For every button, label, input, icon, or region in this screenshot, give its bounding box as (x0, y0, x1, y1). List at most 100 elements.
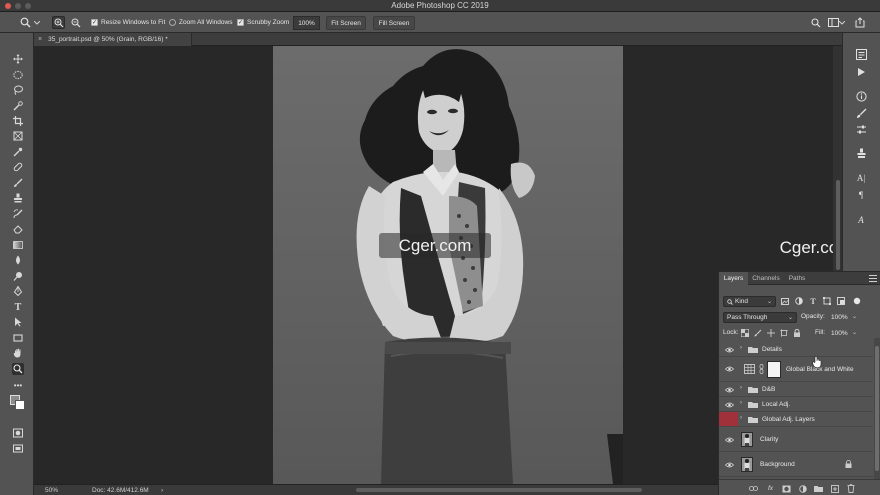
vertical-scrollbar-thumb[interactable] (836, 180, 840, 270)
crop-tool-icon[interactable] (12, 115, 24, 127)
layer-row[interactable]: Background (719, 452, 873, 477)
quick-mask-icon[interactable] (12, 427, 24, 439)
status-zoom[interactable]: 50% (45, 487, 58, 494)
fit-screen-button[interactable]: Fit Screen (326, 16, 366, 30)
more-tools-icon[interactable]: ••• (12, 379, 24, 391)
eye-icon[interactable] (724, 461, 734, 469)
eye-icon[interactable] (724, 436, 734, 444)
clone-source-icon[interactable] (854, 147, 868, 160)
lock-position-icon[interactable] (767, 329, 775, 337)
adjustments-icon[interactable] (854, 123, 868, 136)
chevron-right-icon[interactable]: › (740, 385, 742, 391)
horizontal-scrollbar-thumb[interactable] (356, 488, 642, 492)
scrubby-zoom-checkbox[interactable]: Scrubby Zoom (237, 16, 289, 29)
zoom-all-windows-checkbox[interactable]: Zoom All Windows (169, 16, 232, 29)
filter-pixel-icon[interactable] (781, 297, 789, 305)
visibility-off-cell[interactable] (719, 412, 738, 426)
paragraph-panel-icon[interactable]: ¶ (854, 188, 868, 201)
portrait-photo[interactable] (273, 46, 623, 484)
new-group-folder-icon[interactable] (814, 484, 823, 493)
layer-row[interactable]: › Local Adj. (719, 397, 873, 412)
clone-stamp-tool-icon[interactable] (12, 192, 24, 204)
rectangle-tool-icon[interactable] (12, 332, 24, 344)
brush-tool-icon[interactable] (12, 177, 24, 189)
add-mask-icon[interactable] (782, 484, 791, 493)
glyphs-panel-icon[interactable]: A (854, 213, 868, 226)
eyedropper-tool-icon[interactable] (12, 146, 24, 158)
filter-smart-object-icon[interactable] (837, 297, 845, 305)
type-tool-icon[interactable]: T (12, 301, 24, 313)
filter-type-icon[interactable]: T (809, 297, 817, 306)
quick-selection-tool-icon[interactable] (12, 100, 24, 112)
chevron-right-icon[interactable]: › (161, 487, 163, 494)
blur-tool-icon[interactable] (12, 254, 24, 266)
tab-paths[interactable]: Paths (784, 272, 810, 285)
zoom-out-icon[interactable] (69, 16, 82, 29)
chevron-right-icon[interactable]: › (740, 400, 742, 406)
info-icon[interactable] (854, 90, 868, 103)
character-panel-icon[interactable]: A| (854, 171, 868, 184)
layer-row[interactable]: › D&B (719, 382, 873, 397)
lock-image-icon[interactable] (754, 329, 762, 337)
lasso-tool-icon[interactable] (12, 84, 24, 96)
layers-scrollbar-thumb[interactable] (875, 346, 879, 471)
zoom-percentage-button[interactable]: 100% (293, 16, 320, 30)
chevron-down-icon[interactable] (33, 16, 41, 29)
filter-shape-icon[interactable] (823, 297, 831, 305)
opacity-field[interactable]: 100% ⌄ (828, 312, 860, 323)
layer-row[interactable]: › Global Adj. Layers (719, 412, 873, 427)
lock-transparent-icon[interactable] (741, 329, 749, 337)
fill-screen-button[interactable]: Fill Screen (373, 16, 415, 30)
blend-mode-dropdown[interactable]: Pass Through ⌄ (723, 312, 797, 323)
layer-thumbnail[interactable] (741, 457, 753, 472)
move-tool-icon[interactable] (12, 53, 24, 65)
layer-mask-thumbnail[interactable] (767, 361, 781, 378)
chevron-down-icon[interactable] (838, 16, 846, 29)
chevron-right-icon[interactable]: › (740, 415, 742, 421)
healing-brush-tool-icon[interactable] (12, 161, 24, 173)
frame-tool-icon[interactable] (12, 130, 24, 142)
layer-row[interactable]: Clarity (719, 427, 873, 452)
document-tab[interactable]: × 35_portrait.psd @ 50% (Grain, RGB/16) … (34, 33, 192, 46)
delete-layer-icon[interactable] (846, 484, 855, 493)
tab-channels[interactable]: Channels (748, 272, 784, 285)
resize-windows-checkbox[interactable]: Resize Windows to Fit (91, 16, 165, 29)
marquee-tool-icon[interactable] (12, 69, 24, 81)
layers-scrollbar[interactable] (874, 338, 880, 479)
share-icon[interactable] (853, 16, 866, 29)
layer-row[interactable]: › Details (719, 342, 873, 357)
link-icon[interactable] (759, 364, 764, 374)
path-selection-tool-icon[interactable] (12, 316, 24, 328)
zoom-tool-preset-icon[interactable] (19, 16, 32, 29)
hand-tool-icon[interactable] (12, 347, 24, 359)
tab-layers[interactable]: Layers (719, 272, 748, 285)
pen-tool-icon[interactable] (12, 285, 24, 297)
link-layers-icon[interactable] (749, 484, 758, 493)
dodge-tool-icon[interactable] (12, 270, 24, 282)
brush-settings-icon[interactable] (854, 107, 868, 120)
layer-thumbnail[interactable] (741, 432, 753, 447)
zoom-in-icon[interactable] (52, 16, 65, 29)
layer-row[interactable]: Global Black and White (719, 357, 873, 382)
new-layer-icon[interactable] (830, 484, 839, 493)
panel-menu-icon[interactable] (869, 275, 877, 282)
color-swatches[interactable] (10, 395, 26, 411)
eye-icon[interactable] (724, 401, 734, 409)
layer-style-fx-icon[interactable]: fx (766, 484, 775, 493)
eye-icon[interactable] (724, 346, 734, 354)
screen-mode-icon[interactable] (12, 443, 24, 455)
close-icon[interactable]: × (38, 36, 42, 43)
eye-icon[interactable] (724, 365, 734, 373)
history-brush-tool-icon[interactable] (12, 208, 24, 220)
gradient-tool-icon[interactable] (12, 239, 24, 251)
eraser-tool-icon[interactable] (12, 223, 24, 235)
filter-adjustment-icon[interactable] (795, 297, 803, 305)
eye-icon[interactable] (724, 386, 734, 394)
lock-artboard-icon[interactable] (780, 329, 788, 337)
new-adjustment-layer-icon[interactable] (798, 484, 807, 493)
play-actions-icon[interactable] (854, 65, 868, 78)
search-icon[interactable] (809, 16, 822, 29)
history-panel-icon[interactable] (854, 48, 868, 61)
chevron-right-icon[interactable]: › (740, 345, 742, 351)
lock-all-icon[interactable] (793, 329, 801, 337)
